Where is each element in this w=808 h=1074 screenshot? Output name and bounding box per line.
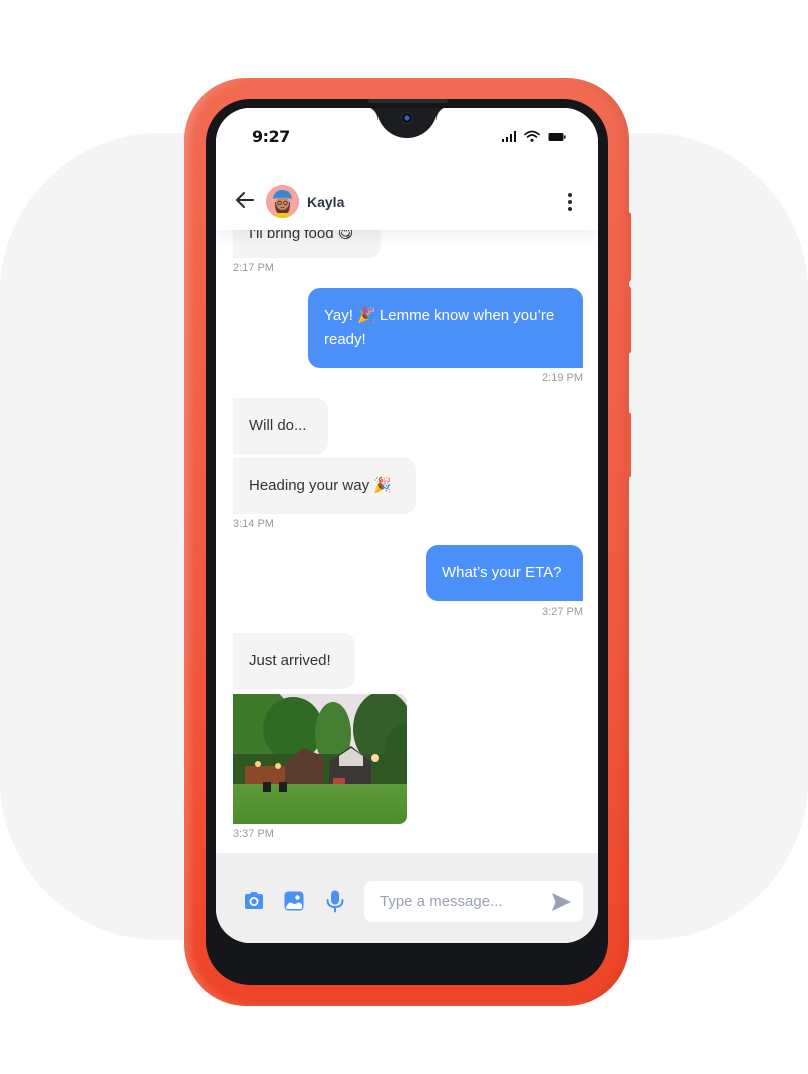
- gallery-button[interactable]: [282, 889, 306, 913]
- message-bubble-outgoing: What’s your ETA?: [426, 545, 583, 601]
- earpiece-speaker: [368, 99, 448, 103]
- avatar-girl-icon: [266, 185, 299, 218]
- voice-button[interactable]: [323, 889, 347, 913]
- message-timestamp: 3:37 PM: [233, 828, 274, 840]
- contact-name[interactable]: Kayla: [307, 194, 344, 210]
- message-text: Yay! 🎉 Lemme know when you’re ready!: [324, 307, 555, 348]
- volume-up-button: [627, 212, 631, 282]
- message-timestamp: 3:14 PM: [233, 518, 274, 530]
- message-text: Will do...: [249, 417, 307, 434]
- send-icon: [552, 893, 571, 911]
- status-time: 9:27: [252, 127, 290, 146]
- back-button[interactable]: [234, 189, 256, 211]
- message-text: Just arrived!: [249, 652, 331, 669]
- camera-button[interactable]: [242, 889, 266, 913]
- message-timestamp: 2:17 PM: [233, 262, 274, 274]
- message-photo[interactable]: [233, 694, 407, 824]
- image-icon: [284, 891, 304, 911]
- front-camera: [401, 112, 413, 124]
- message-composer: [216, 853, 598, 943]
- more-vertical-icon: [568, 193, 572, 211]
- chat-header: Kayla: [216, 164, 598, 230]
- signal-icon: [502, 131, 516, 142]
- message-bubble-outgoing: Yay! 🎉 Lemme know when you’re ready!: [308, 288, 583, 368]
- more-options-button[interactable]: [564, 192, 576, 212]
- power-button: [627, 412, 631, 478]
- message-text: Heading your way 🎉: [249, 477, 392, 494]
- arrow-left-icon: [236, 192, 254, 208]
- status-icons: [502, 130, 566, 142]
- message-bubble-incoming: Heading your way 🎉: [233, 458, 416, 514]
- message-timestamp: 3:27 PM: [542, 606, 583, 618]
- phone-screen: I'll bring food 😋 2:17 PM Yay! 🎉 Lemme k…: [216, 108, 598, 943]
- message-bubble-incoming: Just arrived!: [233, 633, 355, 689]
- wifi-icon: [524, 130, 540, 142]
- contact-avatar[interactable]: [266, 185, 299, 218]
- battery-icon: [548, 132, 566, 142]
- send-button[interactable]: [550, 891, 572, 913]
- microphone-icon: [326, 890, 344, 913]
- message-text: What’s your ETA?: [442, 564, 562, 581]
- message-bubble-incoming: Will do...: [233, 398, 328, 454]
- camera-icon: [245, 892, 263, 909]
- photo-cabin-image: [233, 694, 407, 824]
- message-timestamp: 2:19 PM: [542, 372, 583, 384]
- volume-down-button: [627, 286, 631, 354]
